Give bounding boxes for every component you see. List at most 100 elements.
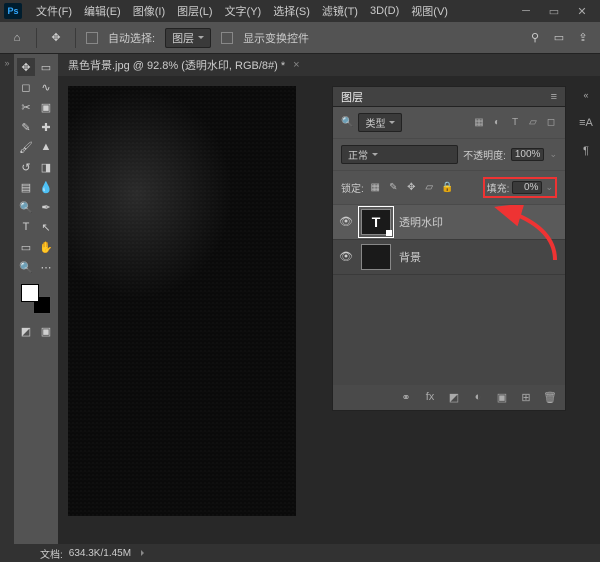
zoom-tool[interactable]: 🔍	[17, 258, 35, 276]
menu-edit[interactable]: 编辑(E)	[78, 3, 127, 19]
show-transform-label: 显示变换控件	[243, 30, 309, 46]
lock-position-icon[interactable]: ✎	[387, 181, 400, 194]
menu-3d[interactable]: 3D(D)	[364, 5, 405, 17]
filter-shape-icon[interactable]: ▱	[527, 117, 539, 129]
layer-thumbnail[interactable]	[361, 244, 391, 270]
filter-type-dropdown[interactable]: 类型	[358, 113, 402, 132]
fill-label: 填充:	[487, 180, 510, 195]
workspace-icon[interactable]: ▭	[550, 29, 568, 47]
layer-name[interactable]: 背景	[399, 249, 559, 265]
panel-collapse-strip[interactable]: »	[0, 54, 14, 544]
eraser-tool[interactable]: ◨	[37, 158, 55, 176]
show-transform-checkbox[interactable]	[221, 32, 233, 44]
layer-name[interactable]: 透明水印	[399, 214, 559, 230]
stamp-tool[interactable]: ▲	[37, 138, 55, 156]
auto-select-label: 自动选择:	[108, 30, 155, 46]
layer-thumbnail[interactable]: T	[361, 209, 391, 235]
filter-pixel-icon[interactable]: ▦	[473, 117, 485, 129]
tools-panel: ✥▭ ◻∿ ✂▣ ✎✚ 🖌▲ ↺◨ ▤💧 🔍✒ T↖ ▭✋ 🔍⋯ ◩▣	[14, 54, 58, 544]
doc-size-label: 文档:	[40, 546, 63, 561]
frame-tool[interactable]: ▣	[37, 98, 55, 116]
lock-move-icon[interactable]: ✥	[405, 181, 418, 194]
dodge-tool[interactable]: 🔍	[17, 198, 35, 216]
brush-tool[interactable]: 🖌	[17, 138, 35, 156]
hand-tool[interactable]: ✋	[37, 238, 55, 256]
character-panel-icon[interactable]: ≡A	[577, 114, 595, 132]
layer-item[interactable]: 👁 T 透明水印	[333, 205, 565, 240]
expand-icon[interactable]: «	[577, 86, 595, 104]
shape-tool[interactable]: ▭	[17, 238, 35, 256]
link-layers-icon[interactable]: ⚭	[399, 391, 413, 404]
move-tool-icon[interactable]: ✥	[47, 29, 65, 47]
quickmask-tool[interactable]: ◩	[17, 322, 35, 340]
filter-smart-icon[interactable]: ◻	[545, 117, 557, 129]
artboard-tool[interactable]: ▭	[37, 58, 55, 76]
blend-mode-dropdown[interactable]: 正常	[341, 145, 458, 164]
auto-select-checkbox[interactable]	[86, 32, 98, 44]
menu-layer[interactable]: 图层(L)	[171, 3, 218, 19]
blur-tool[interactable]: 💧	[37, 178, 55, 196]
menu-file[interactable]: 文件(F)	[30, 3, 78, 19]
fill-value[interactable]: 0%	[512, 181, 542, 194]
chevron-right-icon[interactable]	[137, 548, 151, 559]
filter-adjust-icon[interactable]: ◐	[491, 117, 503, 129]
layer-item[interactable]: 👁 背景	[333, 240, 565, 275]
move-tool[interactable]: ✥	[17, 58, 35, 76]
app-logo: Ps	[4, 3, 22, 19]
lock-all-icon[interactable]: 🔒	[441, 181, 454, 194]
path-tool[interactable]: ↖	[37, 218, 55, 236]
menu-type[interactable]: 文字(Y)	[219, 3, 268, 19]
auto-select-target-dropdown[interactable]: 图层	[165, 28, 211, 48]
color-swatches[interactable]	[21, 284, 51, 314]
layers-panel: 图层 ≡ 🔍 类型 ▦ ◐ T ▱ ◻ 正常 不透明度: 100% ⌄ 锁定: …	[332, 86, 566, 411]
share-icon[interactable]: ⇪	[574, 29, 592, 47]
paragraph-panel-icon[interactable]: ¶	[577, 142, 595, 160]
menu-view[interactable]: 视图(V)	[405, 3, 454, 19]
minimize-button[interactable]: ─	[512, 1, 540, 21]
lock-pixels-icon[interactable]: ▦	[369, 181, 382, 194]
lock-artboard-icon[interactable]: ▱	[423, 181, 436, 194]
pen-tool[interactable]: ✒	[37, 198, 55, 216]
maximize-button[interactable]: ▭	[540, 1, 568, 21]
filter-type-icon[interactable]: T	[509, 117, 521, 129]
panel-menu-icon[interactable]: ≡	[551, 91, 557, 103]
menu-image[interactable]: 图像(I)	[127, 3, 171, 19]
home-icon[interactable]: ⌂	[8, 29, 26, 47]
adjustment-icon[interactable]: ◐	[471, 391, 485, 404]
opacity-label: 不透明度:	[463, 147, 506, 162]
doc-size-value: 634.3K/1.45M	[69, 548, 131, 559]
panel-title[interactable]: 图层	[341, 89, 363, 105]
mask-icon[interactable]: ◩	[447, 391, 461, 404]
right-collapsed-panels: « ≡A ¶	[572, 78, 600, 160]
title-bar: Ps 文件(F) 编辑(E) 图像(I) 图层(L) 文字(Y) 选择(S) 滤…	[0, 0, 600, 22]
type-tool[interactable]: T	[17, 218, 35, 236]
group-icon[interactable]: ▣	[495, 391, 509, 404]
history-brush-tool[interactable]: ↺	[17, 158, 35, 176]
crop-tool[interactable]: ✂	[17, 98, 35, 116]
document-tab[interactable]: 黑色背景.jpg @ 92.8% (透明水印, RGB/8#) *×	[58, 54, 600, 76]
eyedropper-tool[interactable]: ✎	[17, 118, 35, 136]
lasso-tool[interactable]: ∿	[37, 78, 55, 96]
menu-filter[interactable]: 滤镜(T)	[316, 3, 364, 19]
marquee-tool[interactable]: ◻	[17, 78, 35, 96]
visibility-toggle[interactable]: 👁	[339, 215, 353, 229]
menu-select[interactable]: 选择(S)	[267, 3, 316, 19]
screenmode-tool[interactable]: ▣	[37, 322, 55, 340]
search-icon[interactable]: 🔍	[341, 117, 353, 128]
visibility-toggle[interactable]: 👁	[339, 250, 353, 264]
gradient-tool[interactable]: ▤	[17, 178, 35, 196]
healing-tool[interactable]: ✚	[37, 118, 55, 136]
panel-footer: ⚭ fx ◩ ◐ ▣ ⊞ 🗑	[333, 385, 565, 410]
close-button[interactable]: ✕	[568, 1, 596, 21]
lock-label: 锁定:	[341, 180, 364, 195]
fill-control-highlighted[interactable]: 填充: 0% ⌄	[483, 177, 557, 198]
edit-toolbar[interactable]: ⋯	[37, 258, 55, 276]
opacity-value[interactable]: 100%	[511, 148, 545, 161]
foreground-color-swatch[interactable]	[21, 284, 39, 302]
fx-icon[interactable]: fx	[423, 391, 437, 404]
new-layer-icon[interactable]: ⊞	[519, 391, 533, 404]
delete-icon[interactable]: 🗑	[543, 391, 557, 404]
layers-list: 👁 T 透明水印 👁 背景	[333, 205, 565, 385]
canvas[interactable]	[68, 86, 296, 516]
search-icon[interactable]: ⚲	[526, 29, 544, 47]
